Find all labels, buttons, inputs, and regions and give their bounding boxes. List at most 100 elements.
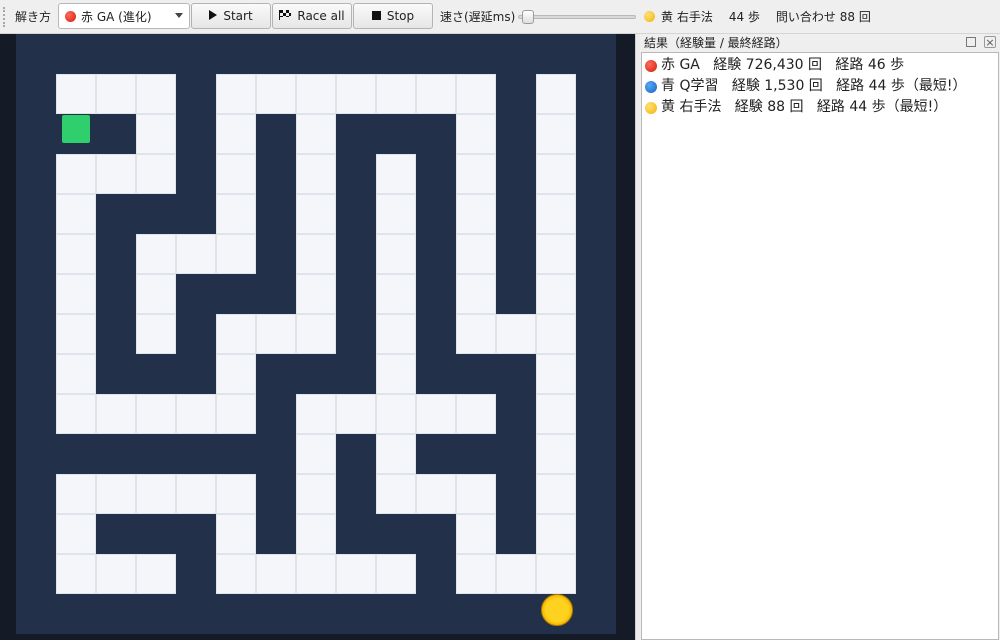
maze-path-cell (536, 314, 576, 354)
close-icon[interactable]: × (984, 36, 996, 49)
maze-path-cell (536, 354, 576, 394)
maze-path-cell (536, 194, 576, 234)
maze-path-cell (216, 314, 256, 354)
agent-marker-yellow (541, 594, 573, 626)
toolbar-grip[interactable] (3, 7, 7, 27)
maze-path-cell (216, 554, 256, 594)
maze-path-cell (56, 74, 96, 114)
maze-path-cell (416, 74, 456, 114)
maze-path-cell (296, 314, 336, 354)
results-list: 赤 GA 経験 726,430 回 経路 46 歩青 Q学習 経験 1,530 … (641, 52, 999, 640)
maze-path-cell (496, 554, 536, 594)
speed-label: 速さ(遅延ms) (440, 9, 516, 24)
maze-path-cell (296, 394, 336, 434)
speed-slider-handle[interactable] (522, 10, 534, 24)
maze-path-cell (296, 234, 336, 274)
result-row-text: 赤 GA 経験 726,430 回 経路 46 歩 (661, 57, 905, 73)
maze-path-cell (216, 74, 256, 114)
maze-path-cell (536, 554, 576, 594)
checkered-flag-icon (279, 9, 292, 23)
start-marker (62, 115, 90, 143)
blue-dot-icon (645, 80, 657, 93)
stop-button-label: Stop (386, 9, 415, 23)
maze-path-cell (136, 114, 176, 154)
stop-button[interactable]: Stop (353, 3, 433, 29)
maze-path-cell (256, 74, 296, 114)
maze-path-cell (176, 234, 216, 274)
method-select-value: 赤 GA (進化) (81, 9, 152, 24)
maze-path-cell (456, 394, 496, 434)
result-row-text: 青 Q学習 経験 1,530 回 経路 44 歩（最短!） (661, 78, 967, 94)
maze-path-cell (456, 554, 496, 594)
race-all-button-label: Race all (297, 9, 345, 23)
maze-path-cell (216, 234, 256, 274)
maze-path-cell (56, 554, 96, 594)
maze-path-cell (56, 314, 96, 354)
maze-path-cell (136, 74, 176, 114)
maze-path-cell (536, 154, 576, 194)
maze-path-cell (376, 314, 416, 354)
maze-path-cell (536, 394, 576, 434)
maze-path-cell (296, 194, 336, 234)
maze-path-cell (136, 314, 176, 354)
yellow-dot-icon (644, 10, 655, 22)
maze-grid (16, 34, 616, 634)
play-icon (209, 9, 218, 23)
stop-icon (371, 9, 381, 23)
maze-path-cell (216, 514, 256, 554)
maze-path-cell (136, 234, 176, 274)
red-dot-icon (645, 59, 657, 72)
maze-path-cell (536, 474, 576, 514)
maze-path-cell (456, 314, 496, 354)
maze-path-cell (56, 274, 96, 314)
start-button[interactable]: Start (191, 3, 271, 29)
result-row: 黄 右手法 経験 88 回 経路 44 歩（最短!） (645, 97, 995, 118)
maze-path-cell (376, 354, 416, 394)
maze-path-cell (296, 154, 336, 194)
maze-path-cell (96, 554, 136, 594)
maze-view (0, 34, 636, 640)
maze-path-cell (376, 394, 416, 434)
maze-path-cell (536, 514, 576, 554)
maze-path-cell (296, 434, 336, 474)
race-all-button[interactable]: Race all (272, 3, 352, 29)
maze-path-cell (376, 554, 416, 594)
maze-path-cell (496, 314, 536, 354)
maze-path-cell (56, 394, 96, 434)
maze-path-cell (376, 274, 416, 314)
maze-path-cell (376, 194, 416, 234)
maze-path-cell (456, 114, 496, 154)
float-icon[interactable] (966, 37, 976, 47)
maze-path-cell (416, 394, 456, 434)
maze-path-cell (96, 474, 136, 514)
maze-path-cell (296, 74, 336, 114)
maze-path-cell (376, 154, 416, 194)
maze-path-cell (376, 474, 416, 514)
maze-path-cell (296, 474, 336, 514)
method-label: 解き方 (15, 9, 52, 24)
maze-path-cell (216, 194, 256, 234)
maze-path-cell (136, 154, 176, 194)
method-select[interactable]: 赤 GA (進化) (58, 3, 190, 29)
status-steps: 44 歩 (728, 9, 760, 24)
status-solver-name: 黄 右手法 (661, 9, 713, 24)
results-title: 結果（経験量 / 最終経路） (644, 36, 788, 50)
maze-path-cell (336, 554, 376, 594)
maze-path-cell (456, 154, 496, 194)
maze-path-cell (56, 194, 96, 234)
maze-path-cell (216, 114, 256, 154)
maze-path-cell (256, 554, 296, 594)
maze-path-cell (296, 554, 336, 594)
maze-path-cell (336, 394, 376, 434)
result-row-text: 黄 右手法 経験 88 回 経路 44 歩（最短!） (661, 99, 948, 115)
maze-path-cell (96, 154, 136, 194)
maze-path-cell (456, 474, 496, 514)
maze-path-cell (456, 194, 496, 234)
maze-path-cell (176, 394, 216, 434)
speed-slider[interactable] (518, 10, 636, 24)
maze-path-cell (536, 74, 576, 114)
maze-path-cell (136, 394, 176, 434)
maze-path-cell (376, 234, 416, 274)
red-dot-icon (65, 10, 76, 22)
maze-path-cell (456, 514, 496, 554)
